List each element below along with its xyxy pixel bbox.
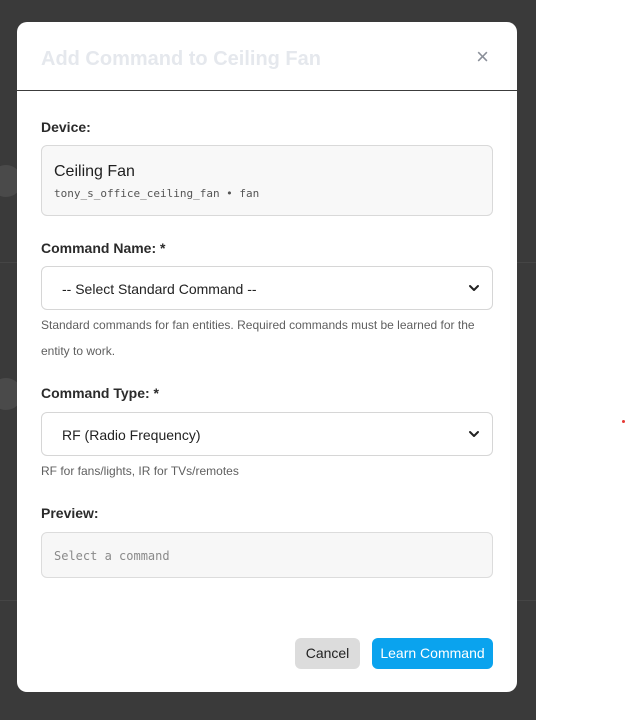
preview-placeholder: Select a command bbox=[54, 549, 170, 563]
close-icon[interactable]: × bbox=[476, 46, 489, 68]
command-name-selected: -- Select Standard Command -- bbox=[62, 281, 257, 297]
command-type-label: Command Type: * bbox=[41, 385, 159, 401]
command-name-label: Command Name: * bbox=[41, 240, 166, 256]
preview-label: Preview: bbox=[41, 505, 99, 521]
preview-box: Select a command bbox=[41, 532, 493, 578]
learn-command-button[interactable]: Learn Command bbox=[372, 638, 493, 669]
add-command-modal: Add Command to Ceiling Fan × Device: Cei… bbox=[17, 22, 517, 692]
command-name-help: Standard commands for fan entities. Requ… bbox=[41, 318, 475, 358]
cancel-button[interactable]: Cancel bbox=[295, 638, 360, 669]
device-card: Ceiling Fan tony_s_office_ceiling_fan • … bbox=[41, 145, 493, 216]
device-name: Ceiling Fan bbox=[54, 163, 135, 180]
modal-header: Add Command to Ceiling Fan × bbox=[17, 22, 517, 91]
page-right-area bbox=[536, 0, 626, 720]
command-type-select[interactable]: RF (Radio Frequency) bbox=[41, 412, 493, 456]
device-label: Device: bbox=[41, 119, 91, 135]
chevron-down-icon bbox=[469, 431, 479, 437]
command-type-help: RF for fans/lights, IR for TVs/remotes bbox=[41, 464, 239, 478]
modal-title: Add Command to Ceiling Fan bbox=[41, 48, 321, 70]
status-dot bbox=[622, 420, 625, 423]
chevron-down-icon bbox=[469, 285, 479, 291]
command-type-selected: RF (Radio Frequency) bbox=[62, 427, 201, 443]
device-meta: tony_s_office_ceiling_fan • fan bbox=[54, 187, 260, 200]
command-name-select[interactable]: -- Select Standard Command -- bbox=[41, 266, 493, 310]
